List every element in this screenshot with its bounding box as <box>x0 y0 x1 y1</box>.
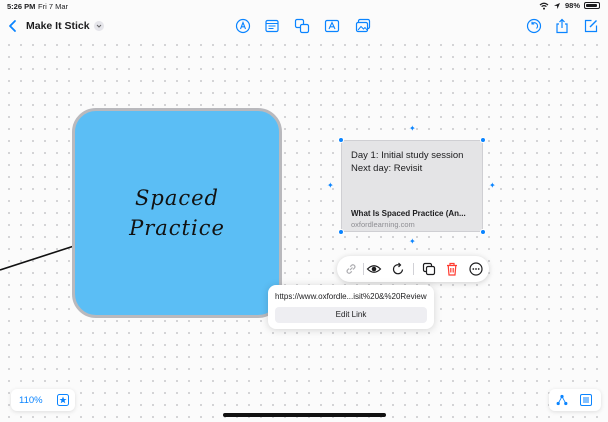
status-time: 5:26 PM <box>7 2 36 11</box>
undo-icon[interactable] <box>526 18 542 34</box>
selection-handle-bottom-left[interactable] <box>338 229 344 235</box>
sticky-note-text: Spaced Practice <box>129 186 225 240</box>
duplicate-icon[interactable] <box>421 261 437 277</box>
status-indicators: 98% <box>539 1 600 10</box>
selection-handle-top-left[interactable] <box>338 137 344 143</box>
card-text-line-2: Next day: Revisit <box>351 163 423 174</box>
sticky-note[interactable]: Spaced Practice <box>72 108 282 318</box>
chevron-down-icon <box>93 21 104 31</box>
edit-link-button[interactable]: Edit Link <box>275 307 427 323</box>
resize-handle-top-icon[interactable]: ✦ <box>409 125 416 133</box>
battery-icon <box>584 2 600 9</box>
zoom-level-button[interactable]: 110% <box>19 395 43 406</box>
link-url[interactable]: https://www.oxfordle...isit%20&%20Review <box>275 292 427 301</box>
bottom-right-controls <box>549 389 601 411</box>
link-preview-domain: oxfordlearning.com <box>351 220 415 229</box>
compose-icon[interactable] <box>583 18 599 34</box>
context-menu <box>337 256 489 282</box>
wifi-icon <box>539 2 549 10</box>
home-indicator[interactable] <box>223 413 386 417</box>
diagram-view-icon[interactable] <box>556 394 568 406</box>
pen-tip-icon[interactable] <box>235 18 251 34</box>
menu-separator <box>413 263 414 275</box>
text-box-icon[interactable] <box>264 18 280 34</box>
selection-handle-bottom-right[interactable] <box>480 229 486 235</box>
shapes-icon[interactable] <box>294 18 310 34</box>
top-toolbar: Make It Stick <box>0 12 608 40</box>
media-icon[interactable] <box>355 18 371 34</box>
document-title: Make It Stick <box>26 20 90 32</box>
text-icon[interactable] <box>324 18 340 34</box>
more-icon[interactable] <box>468 261 484 277</box>
location-icon <box>553 2 560 9</box>
link-preview-title: What Is Spaced Practice (An... <box>351 209 466 218</box>
eye-icon[interactable] <box>366 261 382 277</box>
battery-percent: 98% <box>564 1 580 10</box>
document-title-menu[interactable]: Make It Stick <box>26 20 104 32</box>
resize-handle-left-icon[interactable]: ✦ <box>327 182 334 190</box>
selection-handle-top-right[interactable] <box>480 137 486 143</box>
status-date: Fri 7 Mar <box>38 2 68 11</box>
resize-handle-bottom-icon[interactable]: ✦ <box>409 238 416 246</box>
refresh-icon[interactable] <box>390 261 406 277</box>
favorite-view-icon[interactable] <box>57 394 69 406</box>
zoom-control: 110% <box>11 389 75 411</box>
status-bar: 5:26 PM Fri 7 Mar 98% <box>0 0 608 12</box>
menu-separator <box>363 263 364 275</box>
page-navigator-icon[interactable] <box>580 394 592 406</box>
card-text-line-1: Day 1: Initial study session <box>351 150 464 161</box>
trash-icon[interactable] <box>444 261 460 277</box>
link-popover: https://www.oxfordle...isit%20&%20Review… <box>268 285 434 329</box>
link-icon[interactable] <box>343 261 359 277</box>
link-card[interactable]: Day 1: Initial study session Next day: R… <box>341 140 483 232</box>
share-icon[interactable] <box>554 18 570 34</box>
back-chevron-icon[interactable] <box>6 18 20 34</box>
resize-handle-right-icon[interactable]: ✦ <box>489 182 496 190</box>
